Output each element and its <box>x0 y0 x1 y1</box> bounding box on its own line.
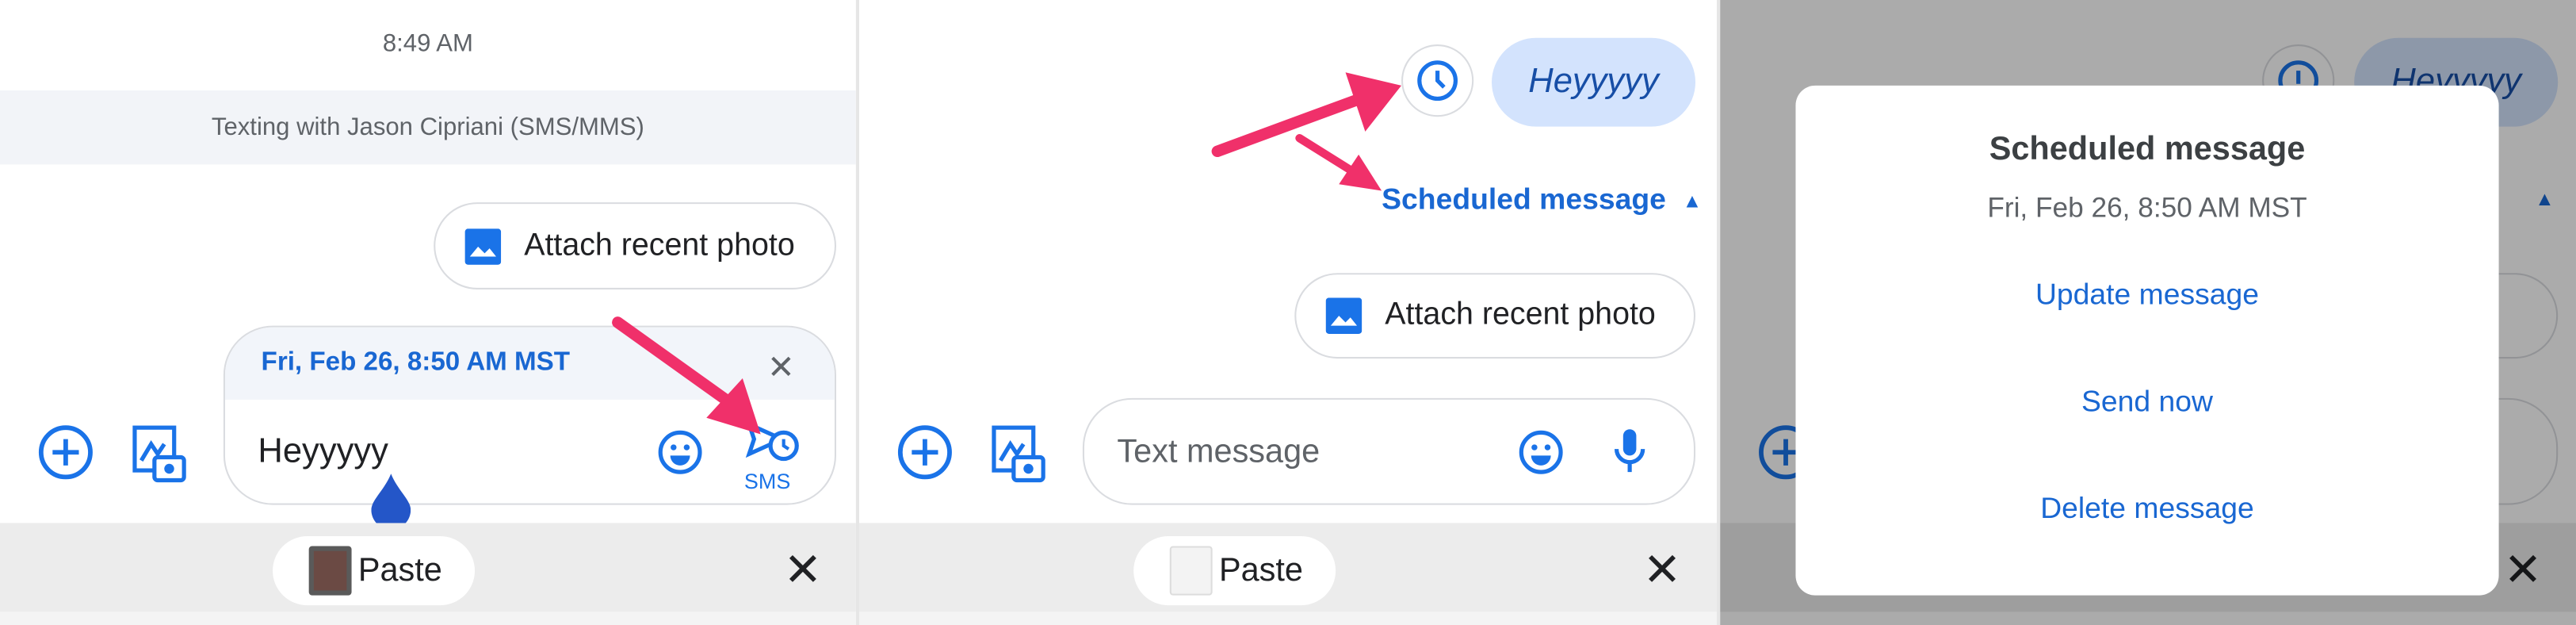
update-message-button[interactable]: Update message <box>1795 278 2498 312</box>
panel-scheduled-dialog: Heyyyyy ▲ ✕ Scheduled message Fri, Feb 2… <box>1720 0 2576 625</box>
scheduled-message-dialog: Scheduled message Fri, Feb 26, 8:50 AM M… <box>1795 85 2499 596</box>
panel-compose-scheduled: 8:49 AM Texting with Jason Cipriani (SMS… <box>0 0 856 625</box>
annotation-arrow <box>612 316 761 435</box>
dialog-title: Scheduled message <box>1989 131 2306 168</box>
delete-message-button[interactable]: Delete message <box>1795 492 2498 527</box>
annotation-arrows <box>1211 72 1402 191</box>
send-now-button[interactable]: Send now <box>1795 385 2498 420</box>
dialog-date: Fri, Feb 26, 8:50 AM MST <box>1987 192 2307 224</box>
panel-scheduled-sent: Heyyyyy Scheduled message ▲ Attach recen… <box>859 0 1717 625</box>
